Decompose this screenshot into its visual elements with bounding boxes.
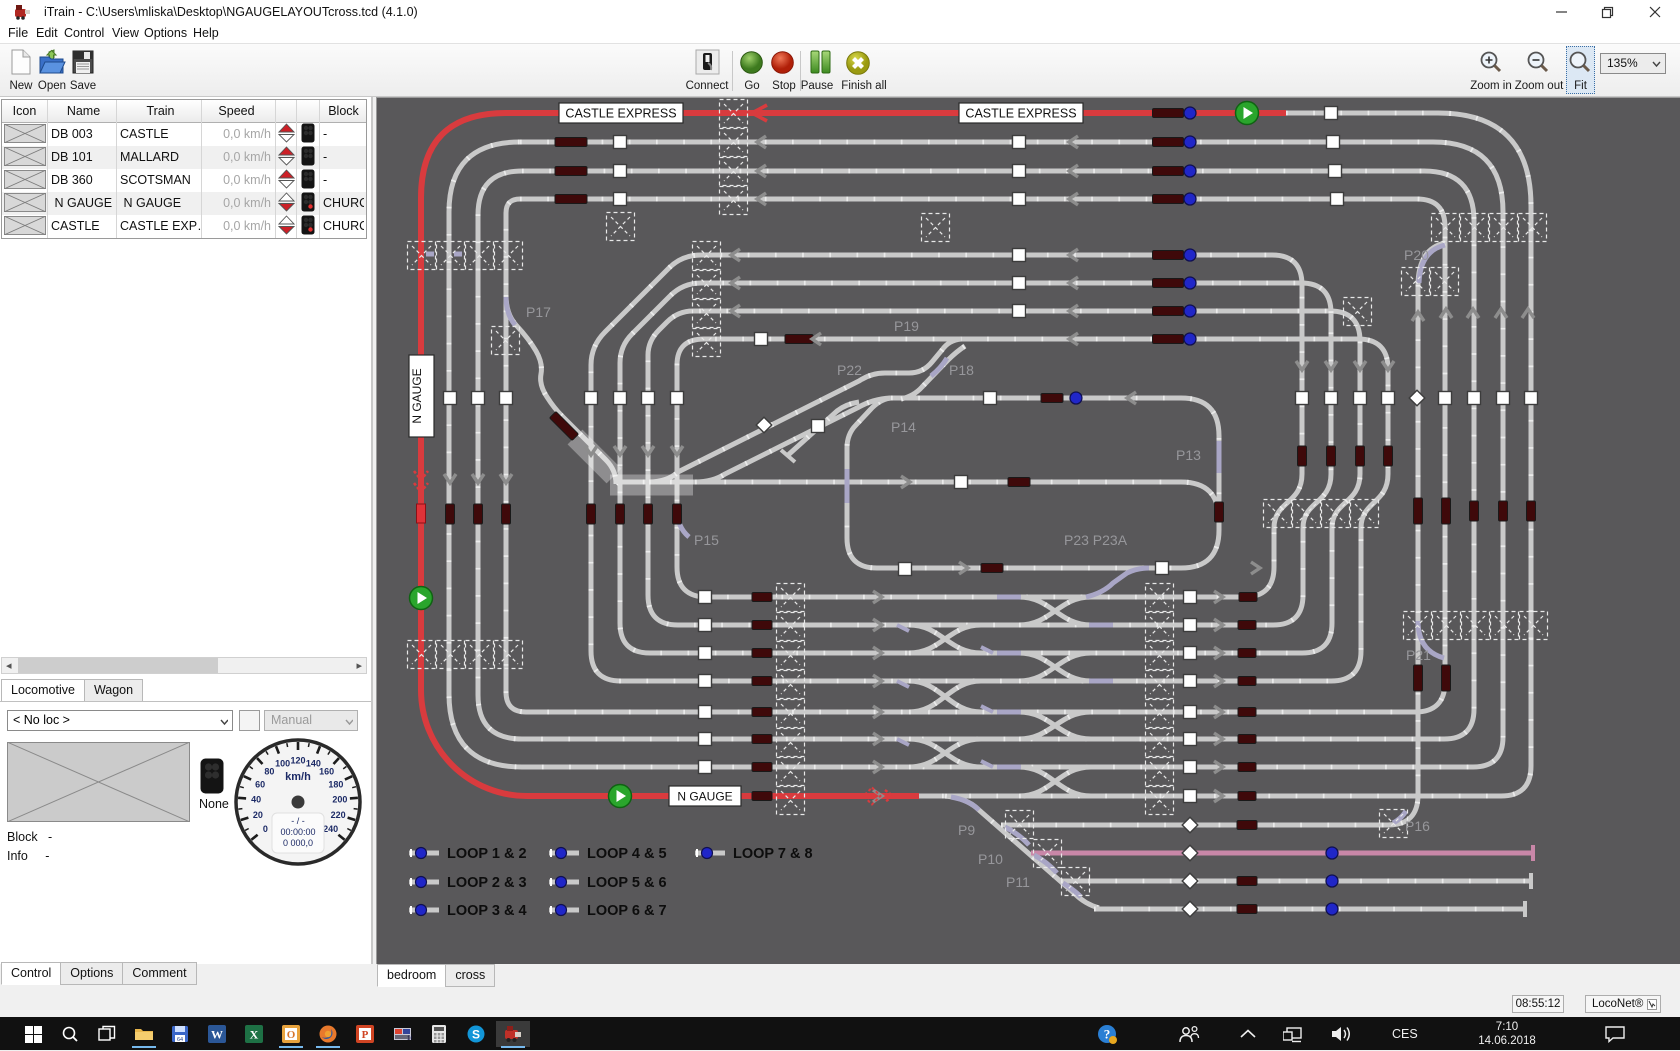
svg-text:S: S	[472, 1028, 480, 1042]
svg-text:X: X	[250, 1028, 259, 1042]
svg-text:P22: P22	[837, 362, 862, 378]
svg-text:P9: P9	[958, 822, 975, 838]
svg-text:LOOP 1 & 2: LOOP 1 & 2	[447, 846, 527, 862]
svg-text:80: 80	[264, 767, 274, 777]
svg-text:W: W	[211, 1028, 223, 1042]
svg-text:P14: P14	[891, 419, 916, 435]
svg-text:P21: P21	[1406, 647, 1431, 663]
svg-text:P23 P23A: P23 P23A	[1064, 532, 1128, 548]
svg-text:16: 16	[407, 1036, 412, 1042]
svg-text:N GAUGE: N GAUGE	[410, 368, 424, 423]
svg-text:N GAUGE: N GAUGE	[677, 789, 732, 803]
svg-text:00:00:00: 00:00:00	[280, 827, 315, 837]
svg-text:km/h: km/h	[285, 771, 311, 783]
svg-text:LOOP 6 & 7: LOOP 6 & 7	[587, 903, 667, 919]
svg-text:20: 20	[253, 810, 263, 820]
svg-text:P19: P19	[894, 318, 919, 334]
svg-text:LOOP 7 & 8: LOOP 7 & 8	[733, 846, 813, 862]
svg-text:- / -: - / -	[291, 816, 305, 826]
svg-text:P20: P20	[1404, 247, 1429, 263]
svg-text:P17: P17	[526, 304, 551, 320]
svg-text:60: 60	[255, 779, 265, 789]
svg-text:64: 64	[177, 1037, 183, 1043]
svg-text:P16: P16	[1405, 818, 1430, 834]
svg-text:100: 100	[275, 758, 290, 768]
svg-text:200: 200	[332, 795, 347, 805]
svg-text:LOOP 3 & 4: LOOP 3 & 4	[447, 903, 527, 919]
svg-text:O: O	[287, 1029, 296, 1041]
svg-text:0: 0	[263, 824, 268, 834]
svg-text:160: 160	[319, 767, 334, 777]
svg-text:180: 180	[328, 779, 343, 789]
svg-text:CASTLE EXPRESS: CASTLE EXPRESS	[565, 106, 676, 120]
svg-text:LOOP 2 & 3: LOOP 2 & 3	[447, 875, 527, 891]
svg-text:LOOP 5 & 6: LOOP 5 & 6	[587, 875, 667, 891]
svg-text:P: P	[362, 1029, 369, 1041]
svg-text:P13: P13	[1176, 447, 1201, 463]
svg-text:CASTLE EXPRESS: CASTLE EXPRESS	[965, 106, 1076, 120]
svg-text:LOOP 4 & 5: LOOP 4 & 5	[587, 846, 667, 862]
svg-text:220: 220	[331, 810, 346, 820]
svg-text:P15: P15	[694, 532, 719, 548]
svg-text:240: 240	[323, 824, 338, 834]
svg-text:P18: P18	[949, 362, 974, 378]
svg-text:P10: P10	[978, 851, 1003, 867]
svg-text:0 000,0: 0 000,0	[283, 838, 313, 848]
svg-text:P11: P11	[1006, 874, 1030, 890]
svg-text:120: 120	[290, 755, 305, 765]
svg-text:40: 40	[251, 795, 261, 805]
